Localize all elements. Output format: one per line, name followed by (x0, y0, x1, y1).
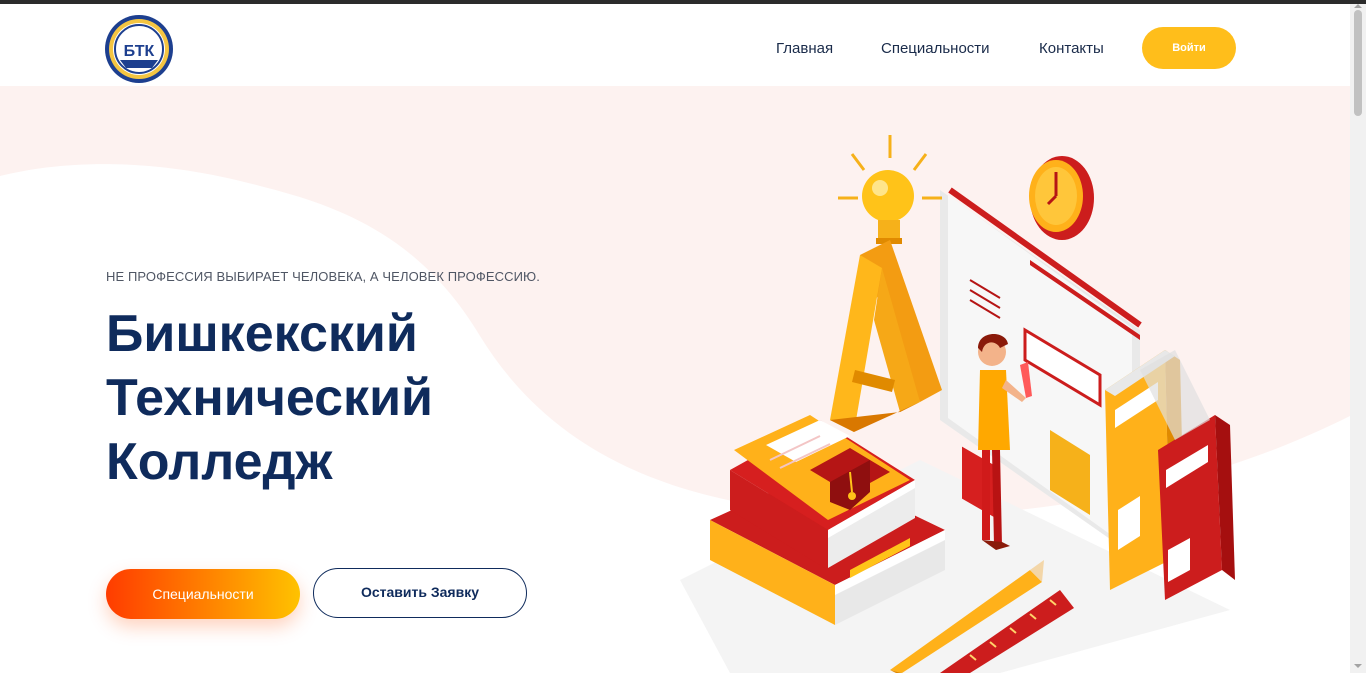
scrollbar-thumb[interactable] (1354, 10, 1362, 116)
letter-a-icon (830, 240, 942, 432)
binders-icon (1105, 350, 1235, 600)
site-header: БТК Главная Специальности Контакты Войти (0, 4, 1350, 86)
scroll-down-arrow-icon[interactable] (1354, 664, 1362, 668)
hero-text-block: НЕ ПРОФЕССИЯ ВЫБИРАЕТ ЧЕЛОВЕКА, А ЧЕЛОВЕ… (106, 269, 586, 494)
hero-title: Бишкекский Технический Колледж (106, 302, 586, 494)
nav-contacts[interactable]: Контакты (1039, 40, 1104, 57)
specialties-button[interactable]: Специальности (106, 569, 300, 619)
lightbulb-icon (838, 135, 942, 244)
hero-title-line-1: Бишкекский (106, 305, 418, 363)
page-scrollbar[interactable] (1350, 4, 1366, 673)
apply-button[interactable]: Оставить Заявку (313, 568, 527, 618)
nav-home[interactable]: Главная (776, 40, 833, 57)
hero-illustration (670, 130, 1250, 673)
scroll-up-arrow-icon[interactable] (1354, 4, 1362, 8)
hero-tagline: НЕ ПРОФЕССИЯ ВЫБИРАЕТ ЧЕЛОВЕКА, А ЧЕЛОВЕ… (106, 269, 540, 284)
hero-title-line-3: Колледж (106, 433, 333, 491)
hero-title-line-2: Технический (106, 369, 434, 427)
clock-icon (1029, 156, 1094, 240)
login-button[interactable]: Войти (1142, 27, 1236, 69)
college-logo[interactable]: БТК (104, 14, 174, 84)
logo-text: БТК (124, 43, 155, 60)
nav-specialties[interactable]: Специальности (881, 40, 990, 57)
